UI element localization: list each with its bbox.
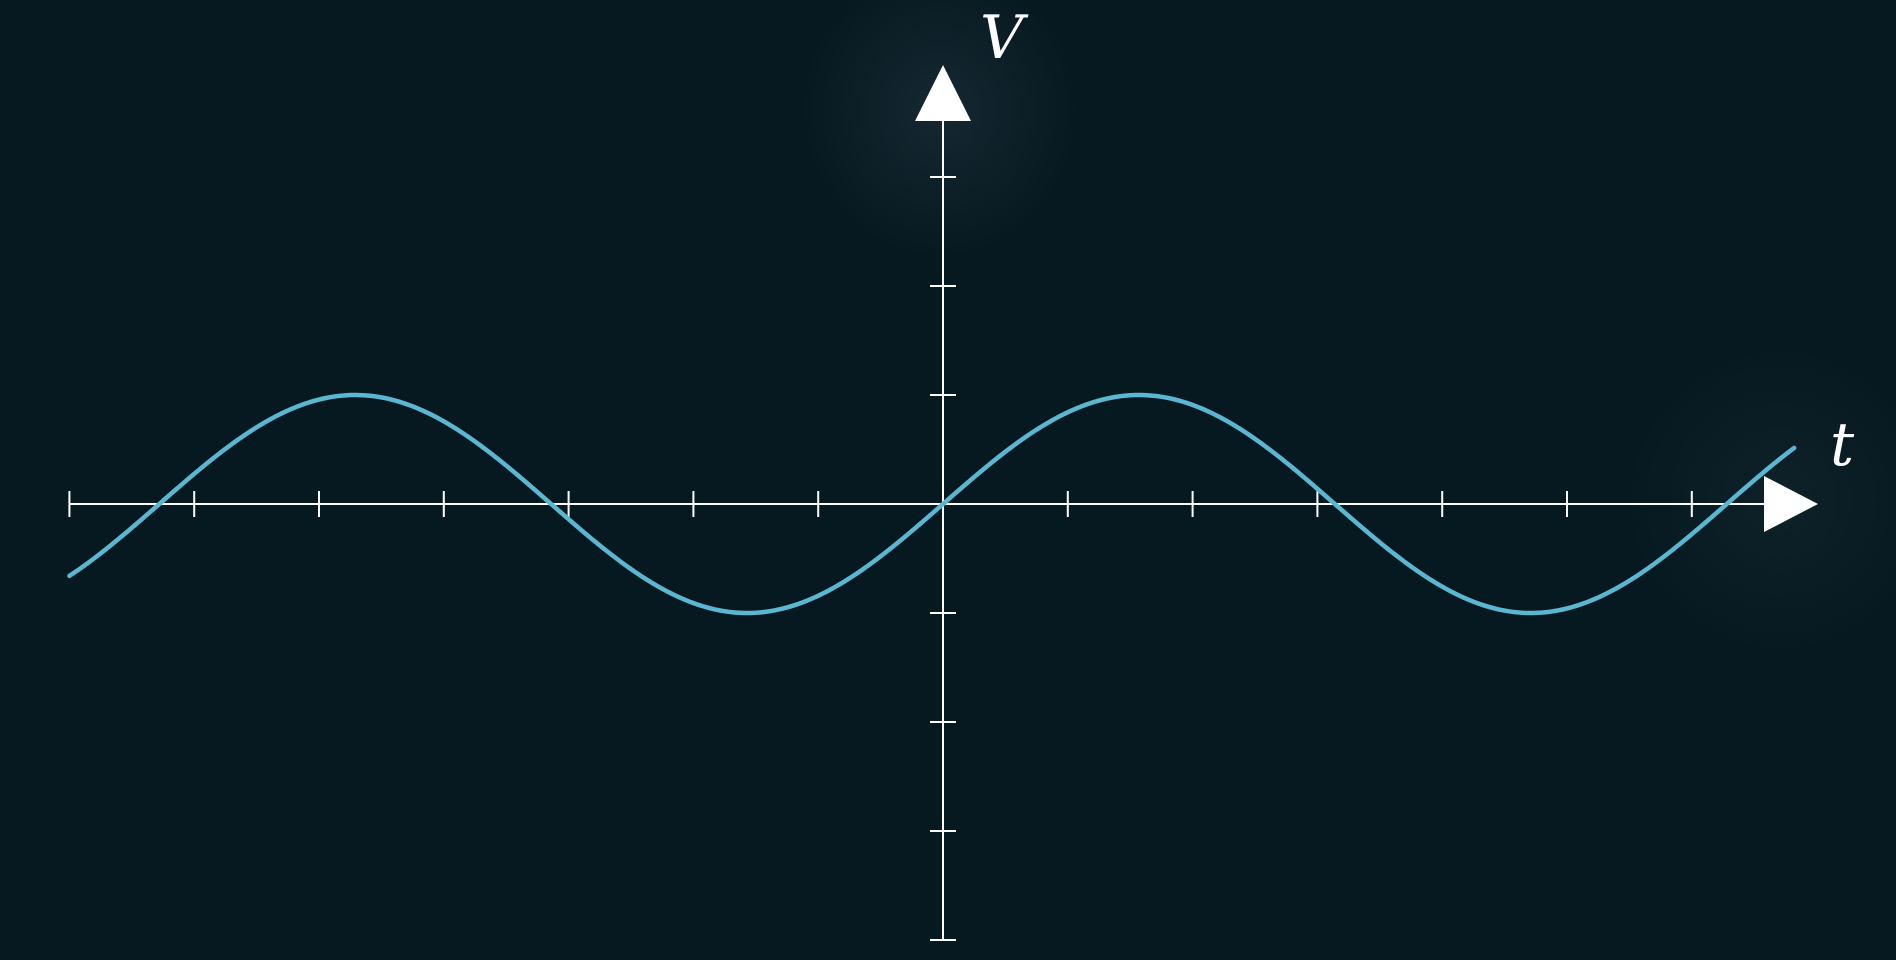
- axes: [69, 115, 1770, 940]
- t-axis-label: t: [1830, 410, 1855, 480]
- voltage-time-plot: t V: [67, 3, 1855, 941]
- t-axis-arrowhead: [1764, 476, 1818, 532]
- chart-canvas: t V: [0, 0, 1896, 960]
- v-axis-arrowhead: [915, 65, 971, 121]
- v-axis-label: V: [980, 3, 1029, 73]
